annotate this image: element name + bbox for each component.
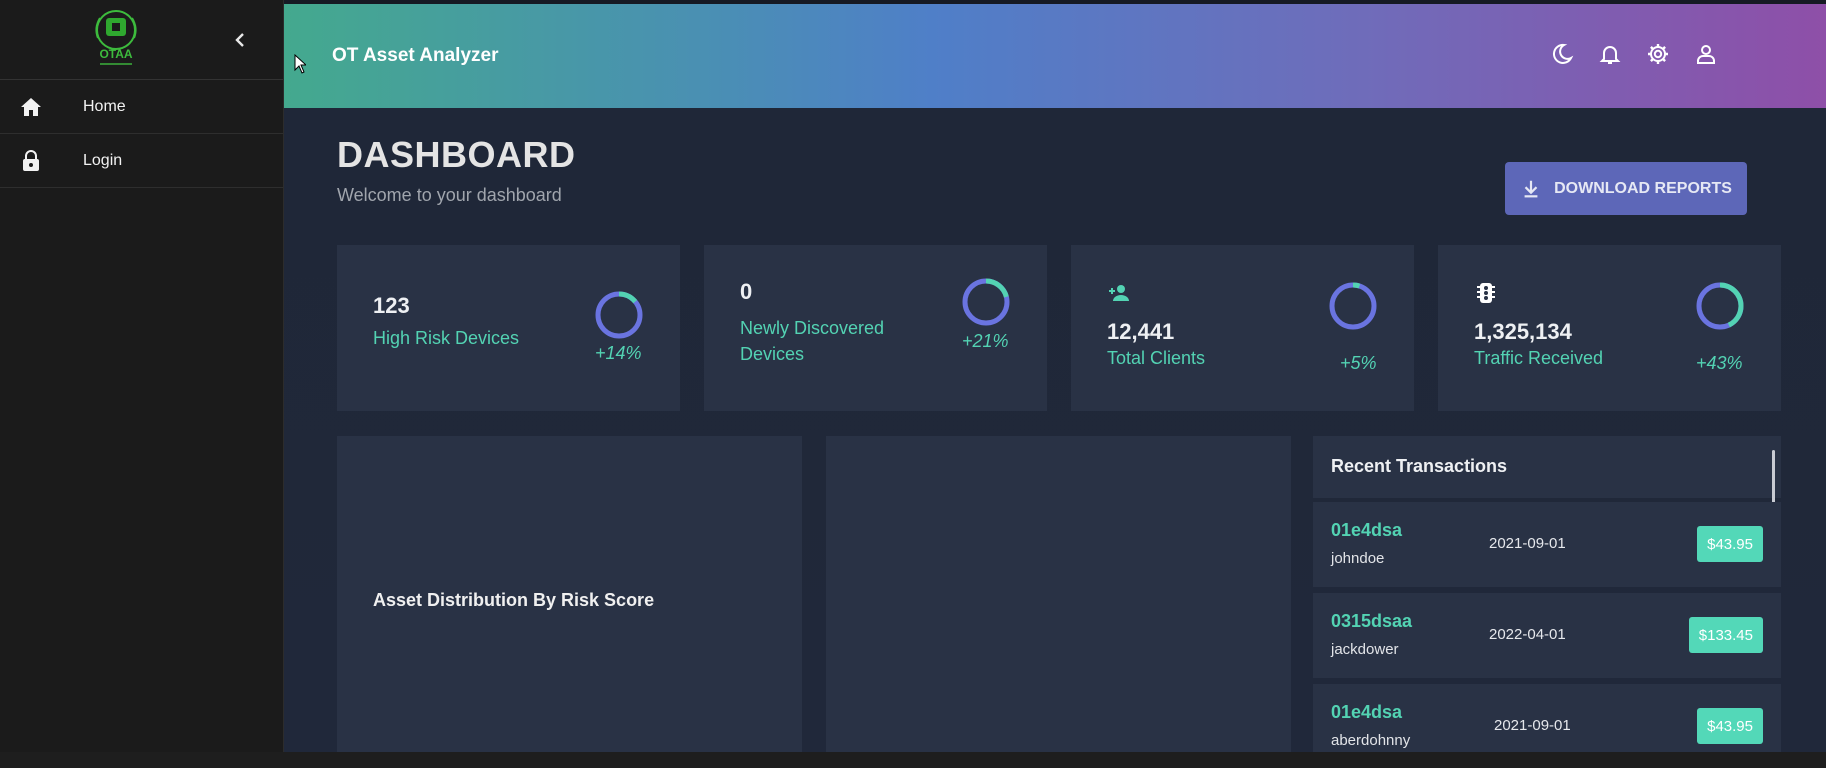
progress-ring [1329,282,1377,330]
traffic-light-icon [1477,283,1495,303]
stat-label: Newly Discovered Devices [740,318,885,364]
stat-value: 123 [373,293,410,318]
transaction-amount-badge[interactable]: $43.95 [1697,526,1763,562]
panel-title: Recent Transactions [1331,456,1508,476]
sidebar-item-label: Home [83,97,126,115]
transaction-id: 0315dsaa [1331,611,1413,631]
sidebar-item-label: Login [83,151,123,169]
transaction-amount-badge[interactable]: $133.45 [1688,617,1763,653]
stat-percent: +21% [962,331,1009,351]
stat-card-new-devices: 0 Newly Discovered Devices +21% [704,245,1047,411]
transaction-row: 01e4dsa johndoe 2021-09-01 $43.95 [1313,502,1781,587]
stat-value: 1,325,134 [1474,319,1572,344]
header-actions [1550,42,1718,66]
stat-percent: +14% [595,343,642,363]
gear-icon[interactable] [1646,42,1670,66]
stat-percent: +43% [1696,353,1743,373]
dark-mode-icon[interactable] [1550,42,1574,66]
user-icon[interactable] [1694,42,1718,66]
recent-transactions-header: Recent Transactions [1313,436,1781,498]
transaction-user: johndoe [1331,550,1385,567]
stat-percent: +5% [1340,353,1377,373]
transaction-id: 01e4dsa [1331,702,1403,722]
chevron-left-icon[interactable] [228,28,252,52]
bell-icon[interactable] [1598,42,1622,66]
stat-label: Traffic Received [1474,348,1604,368]
transaction-date: 2022-04-01 [1489,626,1566,643]
sidebar-item-home[interactable]: Home [0,80,283,134]
progress-ring [595,291,643,339]
sidebar-item-login[interactable]: Login [0,134,283,188]
transaction-date: 2021-09-01 [1494,717,1571,734]
stat-label: High Risk Devices [373,328,520,348]
stat-card-high-risk: 123 High Risk Devices +14% [337,245,680,411]
transaction-date: 2021-09-01 [1489,535,1566,552]
person-add-icon [1109,285,1129,301]
svg-text:OTAA: OTAA [99,47,132,61]
progress-ring [962,278,1010,326]
sidebar: OTAA Home Login [0,0,284,768]
download-reports-button[interactable]: DOWNLOAD REPORTS [1505,162,1747,215]
page-subtitle: Welcome to your dashboard [337,185,562,205]
transaction-user: jackdower [1331,641,1399,658]
taskbar-strip [0,752,1826,768]
stat-card-traffic: 1,325,134 Traffic Received +43% [1438,245,1781,411]
panel-title: Asset Distribution By Risk Score [373,590,655,610]
lock-icon [23,149,39,171]
chart-panel [826,436,1291,768]
top-header: OT Asset Analyzer [284,4,1826,108]
stat-label: Total Clients [1107,348,1206,368]
progress-ring [1696,282,1744,330]
home-icon [21,97,41,116]
stat-value: 12,441 [1107,319,1175,344]
ring-track [1329,282,1377,330]
sidebar-header: OTAA [0,0,283,80]
transaction-amount-badge[interactable]: $43.95 [1697,708,1763,744]
app-title: OT Asset Analyzer [332,45,499,66]
transaction-id: 01e4dsa [1331,520,1403,540]
stat-card-total-clients: 12,441 Total Clients +5% [1071,245,1414,411]
stat-value: 0 [740,279,753,304]
transaction-user: aberdohnny [1331,732,1411,749]
asset-distribution-panel: Asset Distribution By Risk Score [337,436,802,768]
mouse-cursor-icon [294,54,306,74]
page-title: DASHBOARD [337,134,576,175]
download-icon [1524,180,1538,197]
app-root: OTAA Home Login OT Asset Analyzer DASHBO… [0,0,1826,768]
otaa-logo: OTAA [95,10,137,65]
download-reports-label: DOWNLOAD REPORTS [1554,179,1732,197]
transaction-row: 0315dsaa jackdower 2022-04-01 $133.45 [1313,593,1781,678]
main-content: DASHBOARD Welcome to your dashboard DOWN… [284,108,1826,768]
